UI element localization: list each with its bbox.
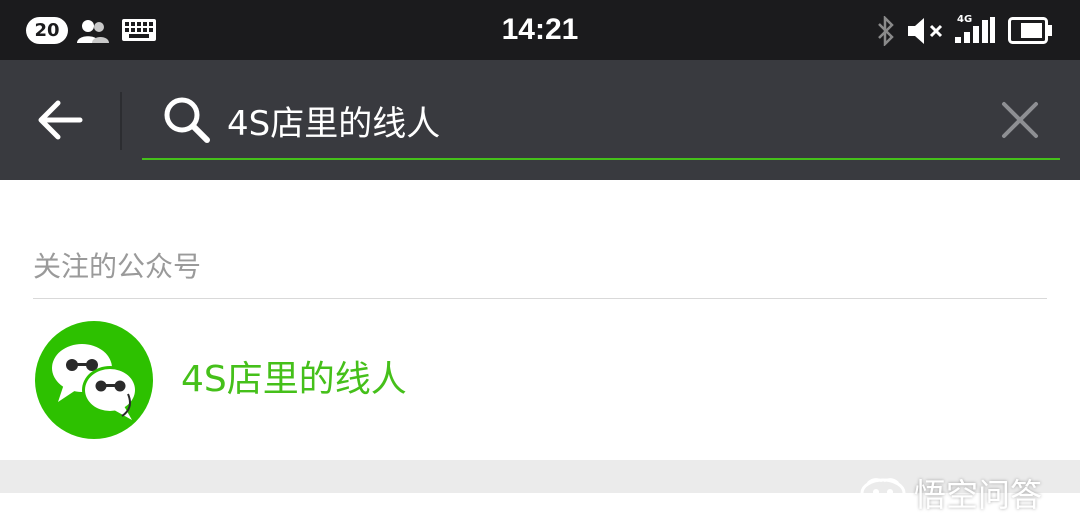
arrow-left-icon[interactable] — [30, 90, 90, 150]
search-icon — [164, 97, 210, 143]
result-name: 4S店里的线人 — [181, 359, 407, 400]
mute-icon — [908, 18, 943, 44]
search-bar[interactable] — [142, 90, 1060, 160]
list-item[interactable]: 4S店里的线人 — [0, 300, 1080, 458]
close-icon[interactable] — [1000, 100, 1040, 140]
bluetooth-icon — [878, 16, 894, 46]
wukong-logo-icon — [860, 478, 906, 508]
status-bar: 20 14:21 4G — [0, 0, 1080, 60]
watermark: 悟空问答 — [860, 468, 1042, 518]
watermark-text: 悟空问答 — [914, 476, 1043, 514]
toolbar-divider — [120, 92, 122, 150]
signal-icon — [955, 17, 995, 43]
section-title: 关注的公众号 — [33, 250, 202, 283]
section-divider — [33, 298, 1047, 299]
wechat-logo-icon — [35, 321, 153, 439]
battery-icon — [1008, 17, 1052, 44]
search-input[interactable] — [227, 95, 977, 145]
